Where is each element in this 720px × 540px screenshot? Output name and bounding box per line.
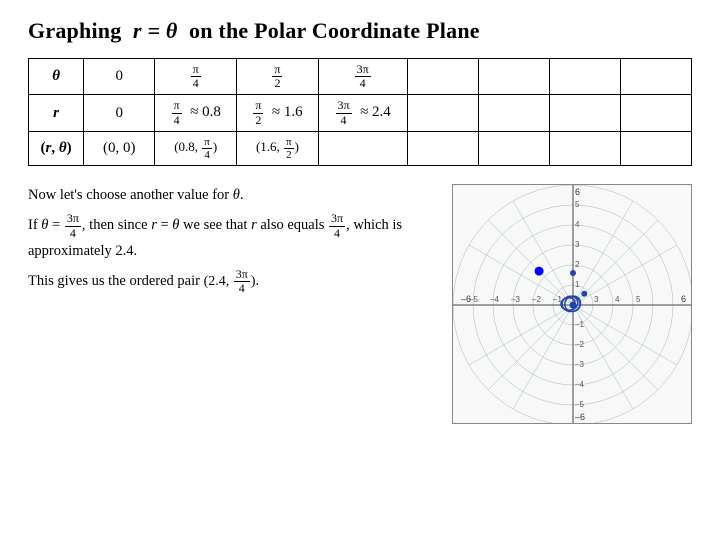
data-table: θ 0 π4 π2 3π4 r 0 — [28, 58, 692, 166]
explanation-text: Now let's choose another value for θ. If… — [28, 184, 434, 424]
svg-text:3: 3 — [575, 240, 580, 249]
point-origin — [570, 301, 577, 308]
r-val-3pi4: 3π4 ≈ 2.4 — [318, 95, 407, 131]
svg-text:–4: –4 — [575, 380, 584, 389]
r-val-0: 0 — [84, 95, 155, 131]
pair-val-pi4: (0.8, π4) — [155, 131, 237, 165]
pair-empty-4 — [620, 131, 691, 165]
point-pi4 — [581, 291, 587, 297]
pair-empty-1 — [407, 131, 478, 165]
svg-text:3: 3 — [594, 295, 599, 304]
svg-text:5: 5 — [575, 200, 580, 209]
pair-empty-3 — [549, 131, 620, 165]
r-empty-4 — [620, 95, 691, 131]
theta-empty-3 — [549, 59, 620, 95]
ordered-pair-text: This gives us the ordered pair (2.4, 3π4… — [28, 268, 434, 295]
r-empty-1 — [407, 95, 478, 131]
table-row-r: r 0 π4 ≈ 0.8 π2 ≈ 1.6 3π4 ≈ 2.4 — [29, 95, 692, 131]
svg-text:–4: –4 — [490, 295, 499, 304]
r-label: r — [29, 95, 84, 131]
svg-text:5: 5 — [636, 295, 641, 304]
svg-text:6: 6 — [575, 187, 580, 197]
title-prefix: Graphing — [28, 18, 127, 43]
r-empty-3 — [549, 95, 620, 131]
page-title: Graphing r = θ on the Polar Coordinate P… — [28, 18, 692, 44]
title-suffix: on the Polar Coordinate Plane — [183, 18, 479, 43]
svg-text:–1: –1 — [575, 320, 584, 329]
svg-text:–5: –5 — [575, 400, 584, 409]
svg-text:2: 2 — [575, 260, 580, 269]
title-equation: r = θ — [133, 18, 178, 43]
theta-val-0: 0 — [84, 59, 155, 95]
theta-empty-4 — [620, 59, 691, 95]
r-val-pi2: π2 ≈ 1.6 — [237, 95, 319, 131]
table-row-theta: θ 0 π4 π2 3π4 — [29, 59, 692, 95]
point-pi2 — [570, 270, 576, 276]
if-statement: If θ = 3π4, then since r = θ we see that… — [28, 212, 434, 262]
polar-plot: 6 –6 6 –6 4 5 3 –1 –2 –3 –4 –5 2 3 4 5 1 — [452, 184, 692, 424]
pair-label: (r, θ) — [29, 131, 84, 165]
r-empty-2 — [478, 95, 549, 131]
bottom-section: Now let's choose another value for θ. If… — [28, 184, 692, 424]
svg-text:–3: –3 — [511, 295, 520, 304]
r-val-pi4: π4 ≈ 0.8 — [155, 95, 237, 131]
pair-val-pi2: (1.6, π2) — [237, 131, 319, 165]
pair-val-3pi4 — [318, 131, 407, 165]
svg-text:–6: –6 — [575, 412, 585, 422]
choose-text: Now let's choose another value for θ. — [28, 184, 434, 206]
theta-val-pi4: π4 — [155, 59, 237, 95]
svg-text:–2: –2 — [575, 340, 584, 349]
theta-label: θ — [29, 59, 84, 95]
svg-text:4: 4 — [575, 220, 580, 229]
pair-val-0: (0, 0) — [84, 131, 155, 165]
svg-text:–3: –3 — [575, 360, 584, 369]
polar-plot-svg: 6 –6 6 –6 4 5 3 –1 –2 –3 –4 –5 2 3 4 5 1 — [453, 185, 692, 424]
svg-text:6: 6 — [681, 294, 686, 304]
table-row-pairs: (r, θ) (0, 0) (0.8, π4) (1.6, π2) — [29, 131, 692, 165]
theta-val-3pi4: 3π4 — [318, 59, 407, 95]
svg-text:–2: –2 — [532, 295, 541, 304]
theta-val-pi2: π2 — [237, 59, 319, 95]
page: Graphing r = θ on the Polar Coordinate P… — [0, 0, 720, 540]
pair-empty-2 — [478, 131, 549, 165]
svg-text:–5: –5 — [469, 295, 478, 304]
svg-text:4: 4 — [615, 295, 620, 304]
svg-text:1: 1 — [575, 280, 580, 289]
theta-empty-1 — [407, 59, 478, 95]
theta-empty-2 — [478, 59, 549, 95]
